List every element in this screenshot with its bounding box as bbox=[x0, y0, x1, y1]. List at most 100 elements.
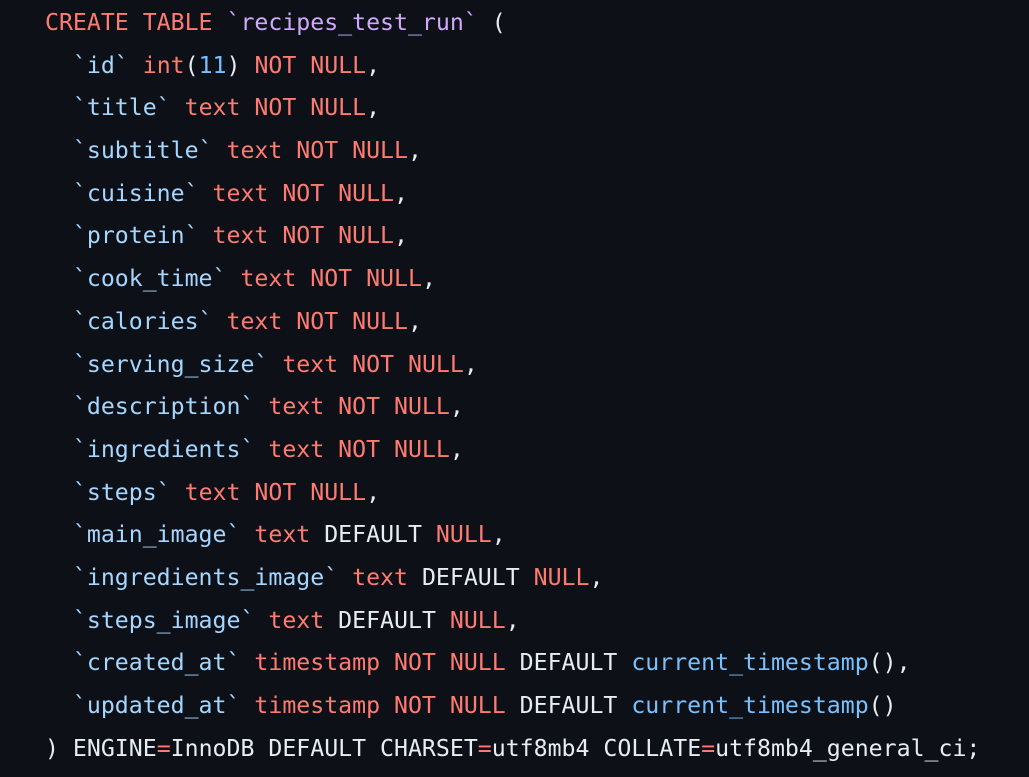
code-token-plain: , bbox=[407, 307, 422, 335]
code-token-plain: , bbox=[449, 393, 464, 421]
code-line: `title` text NOT NULL, bbox=[45, 87, 1029, 130]
code-token-col: `serving_size` bbox=[72, 350, 269, 378]
code-line: CREATE TABLE `recipes_test_run` ( bbox=[45, 2, 1029, 45]
code-token-plain: ) bbox=[226, 51, 255, 79]
code-token-plain: , bbox=[421, 265, 436, 293]
code-token-col: `title` bbox=[72, 94, 171, 122]
code-token-plain: , bbox=[589, 563, 604, 591]
code-token-plain: , bbox=[407, 137, 422, 165]
code-token-plain: DEFAULT bbox=[505, 649, 632, 677]
code-token-col: `calories` bbox=[72, 307, 213, 335]
code-token-col: `created_at` bbox=[72, 649, 241, 677]
code-token-col: `main_image` bbox=[72, 521, 241, 549]
code-token-kw: text NOT NULL bbox=[282, 350, 464, 378]
code-token-kw: timestamp NOT NULL bbox=[254, 649, 506, 677]
code-line: `updated_at` timestamp NOT NULL DEFAULT … bbox=[45, 685, 1029, 728]
code-token-kw: text bbox=[352, 563, 408, 591]
code-token-fn: current_timestamp bbox=[631, 649, 869, 677]
code-token-plain: DEFAULT bbox=[310, 521, 436, 549]
code-token-kw: CREATE TABLE bbox=[45, 9, 227, 36]
code-line: `ingredients` text NOT NULL, bbox=[45, 429, 1029, 472]
code-line: `main_image` text DEFAULT NULL, bbox=[45, 514, 1029, 557]
code-token-plain: () bbox=[868, 692, 897, 719]
code-line: `ingredients_image` text DEFAULT NULL, bbox=[45, 557, 1029, 600]
code-token-plain: , bbox=[366, 478, 381, 506]
code-token-kw: text bbox=[254, 521, 311, 549]
code-line: `description` text NOT NULL, bbox=[45, 386, 1029, 429]
code-token-kw: NULL bbox=[533, 563, 590, 591]
code-token-col: `steps_image` bbox=[72, 606, 255, 634]
code-token-kw: timestamp NOT NULL bbox=[254, 692, 506, 719]
code-token-col: `id` bbox=[72, 51, 129, 79]
code-token-plain: , bbox=[505, 606, 520, 634]
code-token-col: `updated_at` bbox=[72, 692, 241, 719]
code-token-kw: NULL bbox=[435, 521, 492, 549]
code-token-col: `ingredients_image` bbox=[72, 563, 339, 591]
code-token-plain: , bbox=[366, 94, 381, 122]
code-token-kw: = bbox=[477, 734, 492, 762]
code-token-kw: text bbox=[268, 606, 325, 634]
code-token-kw: NULL bbox=[449, 606, 506, 634]
code-token-plain: , bbox=[449, 435, 464, 463]
code-token-col: `subtitle` bbox=[72, 137, 213, 165]
code-token-plain: InnoDB DEFAULT CHARSET bbox=[170, 734, 478, 762]
code-token-kw: int bbox=[142, 51, 185, 79]
code-token-plain: (), bbox=[868, 649, 911, 677]
code-line: `subtitle` text NOT NULL, bbox=[45, 130, 1029, 173]
code-token-plain: utf8mb4_general_ci; bbox=[715, 734, 981, 762]
code-token-plain: , bbox=[491, 521, 506, 549]
code-token-kw: = bbox=[156, 734, 171, 762]
code-line: `serving_size` text NOT NULL, bbox=[45, 344, 1029, 387]
code-token-kw: text NOT NULL bbox=[226, 137, 408, 165]
code-line: `calories` text NOT NULL, bbox=[45, 301, 1029, 344]
code-token-plain: , bbox=[463, 350, 478, 378]
code-token-plain: ( bbox=[477, 9, 506, 36]
code-token-col: `description` bbox=[72, 393, 255, 421]
code-token-kw: text NOT NULL bbox=[226, 307, 408, 335]
code-token-plain: utf8mb4 COLLATE bbox=[491, 734, 702, 762]
code-token-plain: DEFAULT bbox=[324, 606, 450, 634]
code-token-kw: text NOT NULL bbox=[212, 222, 395, 250]
code-line: `protein` text NOT NULL, bbox=[45, 215, 1029, 258]
code-token-col: `protein` bbox=[72, 222, 199, 250]
code-token-kw: text NOT NULL bbox=[240, 265, 422, 293]
code-line: `steps_image` text DEFAULT NULL, bbox=[45, 600, 1029, 643]
code-token-kw: text NOT NULL bbox=[184, 478, 367, 506]
code-token-col: `cook_time` bbox=[72, 265, 227, 293]
code-token-kw: text NOT NULL bbox=[268, 435, 450, 463]
code-line: `created_at` timestamp NOT NULL DEFAULT … bbox=[45, 642, 1029, 685]
code-token-col: `cuisine` bbox=[72, 179, 199, 207]
code-token-plain: , bbox=[394, 222, 408, 250]
code-token-kw: = bbox=[701, 734, 716, 762]
code-line: `steps` text NOT NULL, bbox=[45, 472, 1029, 515]
code-token-plain: DEFAULT bbox=[407, 563, 534, 591]
